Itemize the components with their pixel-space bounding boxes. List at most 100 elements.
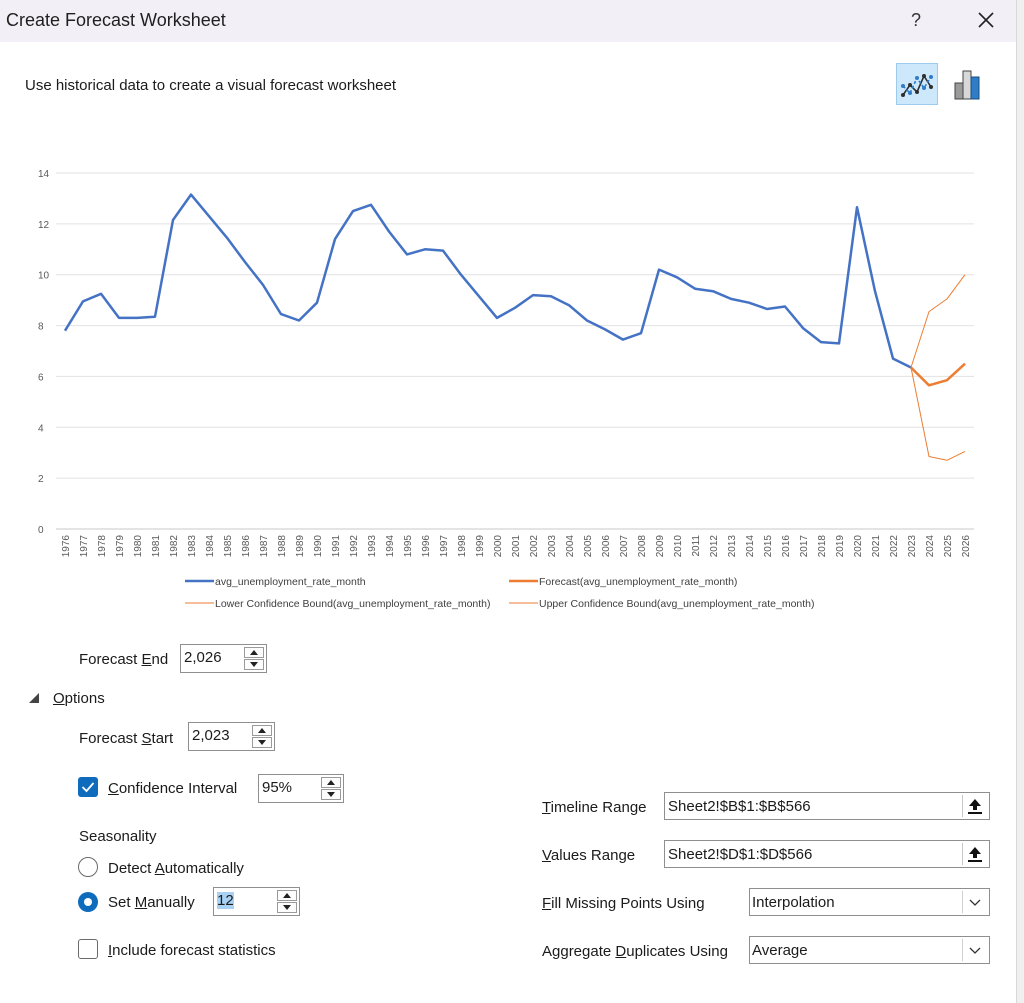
spin-down-icon: [327, 792, 335, 797]
set-manually-radio[interactable]: [78, 892, 98, 912]
include-forecast-statistics-checkbox[interactable]: [78, 939, 98, 959]
forecast-end-label: Forecast End: [79, 651, 169, 668]
include-forecast-statistics-label[interactable]: Include forecast statistics: [108, 942, 276, 959]
seasonality-stepper[interactable]: 12: [213, 887, 300, 916]
x-tick-label: 2017: [799, 535, 810, 558]
x-tick-label: 2014: [745, 535, 756, 558]
forecast-start-increment[interactable]: [252, 725, 272, 736]
y-tick-label: 2: [38, 474, 44, 485]
x-tick-label: 1995: [403, 535, 414, 558]
series-line: [910, 367, 966, 461]
x-tick-label: 1996: [421, 535, 432, 558]
dialog-subtitle: Use historical data to create a visual f…: [25, 77, 397, 94]
x-tick-label: 1989: [295, 535, 306, 558]
x-tick-label: 2018: [817, 535, 828, 558]
seasonality-value[interactable]: 12: [217, 892, 234, 909]
x-tick-label: 1979: [115, 535, 126, 558]
timeline-range-collapse-button[interactable]: [962, 795, 987, 817]
close-button[interactable]: [970, 6, 1002, 34]
x-tick-label: 1985: [223, 535, 234, 558]
close-icon: [978, 12, 994, 28]
confidence-interval-checkbox[interactable]: [78, 777, 98, 797]
forecast-start-decrement[interactable]: [252, 737, 272, 748]
fill-missing-points-dropdown[interactable]: Interpolation: [749, 888, 990, 916]
spin-down-icon: [283, 905, 291, 910]
x-tick-label: 2011: [691, 535, 702, 557]
values-range-collapse-button[interactable]: [962, 843, 987, 865]
confidence-increment[interactable]: [321, 777, 341, 788]
title-bar: Create Forecast Worksheet ?: [0, 0, 1024, 42]
spin-up-icon: [258, 728, 266, 733]
x-tick-label: 2005: [583, 535, 594, 558]
forecast-start-value: 2,023: [192, 727, 230, 744]
line-chart-icon: [901, 74, 933, 97]
collapse-triangle-icon[interactable]: [29, 693, 40, 704]
x-tick-label: 1982: [169, 535, 180, 558]
forecast-end-increment[interactable]: [244, 647, 264, 658]
x-tick-label: 2000: [493, 535, 504, 558]
confidence-interval-value: 95%: [262, 779, 293, 796]
aggregate-duplicates-value: Average: [752, 942, 808, 959]
x-tick-label: 1997: [439, 535, 450, 558]
x-tick-label: 2001: [511, 535, 522, 558]
detect-automatically-radio[interactable]: [78, 857, 98, 877]
detect-automatically-label[interactable]: Detect Automatically: [108, 860, 244, 877]
spin-down-icon: [250, 662, 258, 667]
seasonality-decrement[interactable]: [277, 902, 297, 913]
chevron-down-icon: [969, 947, 981, 954]
x-tick-label: 2004: [565, 535, 576, 558]
x-tick-label: 2003: [547, 535, 558, 558]
checkmark-icon: [81, 782, 95, 793]
options-toggle[interactable]: Options: [53, 690, 105, 707]
seasonality-increment[interactable]: [277, 890, 297, 901]
timeline-range-input[interactable]: Sheet2!$B$1:$B$566: [664, 792, 990, 820]
x-tick-label: 1986: [241, 535, 252, 558]
column-chart-type-button[interactable]: [946, 63, 988, 105]
x-tick-label: 1984: [205, 535, 216, 558]
x-tick-label: 2015: [763, 535, 774, 558]
series-line: [910, 362, 966, 387]
x-tick-label: 1990: [313, 535, 324, 558]
aggregate-duplicates-label: Aggregate Duplicates Using: [542, 943, 728, 960]
x-tick-label: 1983: [187, 535, 198, 558]
x-tick-label: 2008: [637, 535, 648, 558]
forecast-start-stepper[interactable]: 2,023: [188, 722, 275, 751]
help-button[interactable]: ?: [905, 6, 927, 34]
x-tick-label: 1993: [367, 535, 378, 558]
confidence-interval-label[interactable]: Confidence Interval: [108, 780, 237, 797]
aggregate-duplicates-dropdown[interactable]: Average: [749, 936, 990, 964]
x-tick-label: 2023: [907, 535, 918, 558]
line-chart-type-button[interactable]: [896, 63, 938, 105]
x-tick-label: 2025: [943, 535, 954, 558]
spin-up-icon: [327, 780, 335, 785]
background-window-edge: [1016, 0, 1024, 1003]
range-select-icon: [968, 799, 982, 814]
y-tick-label: 4: [38, 423, 44, 434]
y-tick-label: 8: [38, 322, 44, 333]
forecast-start-label: Forecast Start: [79, 730, 174, 747]
x-tick-label: 2013: [727, 535, 738, 558]
values-range-input[interactable]: Sheet2!$D$1:$D$566: [664, 840, 990, 868]
set-manually-label[interactable]: Set Manually: [108, 894, 195, 911]
y-tick-label: 10: [38, 271, 50, 282]
forecast-end-stepper[interactable]: 2,026: [180, 644, 267, 673]
x-tick-label: 1987: [259, 535, 270, 558]
confidence-interval-stepper[interactable]: 95%: [258, 774, 344, 803]
x-tick-label: 2002: [529, 535, 540, 558]
dropdown-arrow[interactable]: [962, 891, 987, 913]
fill-missing-points-label: Fill Missing Points Using: [542, 895, 705, 912]
legend-label: Upper Confidence Bound(avg_unemployment_…: [539, 598, 815, 610]
dropdown-arrow[interactable]: [962, 939, 987, 961]
x-tick-label: 1978: [97, 535, 108, 558]
legend-label: avg_unemployment_rate_month: [215, 576, 366, 588]
timeline-range-label: Timeline Range: [542, 799, 647, 816]
legend-label: Forecast(avg_unemployment_rate_month): [539, 576, 737, 588]
range-select-icon: [968, 847, 982, 862]
x-tick-label: 2010: [673, 535, 684, 558]
x-tick-label: 2016: [781, 535, 792, 558]
x-tick-label: 2012: [709, 535, 720, 558]
x-tick-label: 2021: [871, 535, 882, 558]
forecast-end-decrement[interactable]: [244, 659, 264, 670]
confidence-decrement[interactable]: [321, 789, 341, 800]
legend-label: Lower Confidence Bound(avg_unemployment_…: [215, 598, 491, 610]
